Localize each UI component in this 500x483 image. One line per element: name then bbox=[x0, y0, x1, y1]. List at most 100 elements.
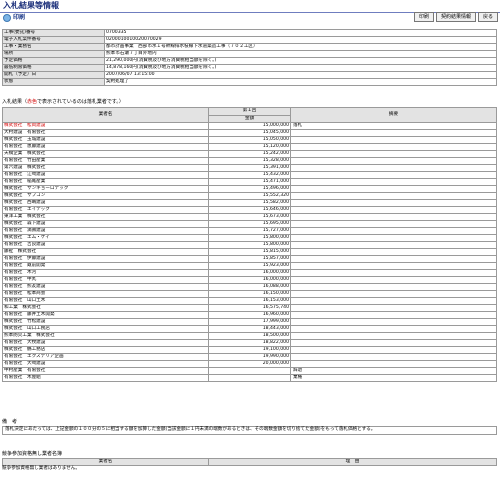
bidder-name: 株式会社 山口工務店 bbox=[2, 325, 209, 333]
bid-amount: 16,150,000 bbox=[208, 290, 291, 298]
bid-note: 落札 bbox=[290, 122, 497, 130]
bid-row: 有限会社 中丸 16,000,000 bbox=[2, 276, 497, 284]
info-label: 開札（予定）日 bbox=[2, 71, 105, 79]
bid-note bbox=[290, 143, 497, 151]
bid-row: 有限会社 稲尾産業 15,471,000 bbox=[2, 178, 497, 186]
print-icon[interactable] bbox=[3, 14, 11, 22]
bidder-name: 株式会社 鶴工務店 bbox=[2, 346, 209, 354]
bid-row: 大村建設 有限会社 15,045,000 bbox=[2, 129, 497, 137]
bid-note bbox=[290, 290, 497, 298]
note-header: 摘要 bbox=[290, 107, 497, 123]
bid-row: 有限会社 蔵前開発 15,923,000 bbox=[2, 262, 497, 270]
bidder-name: 有限会社 大崎建設 bbox=[2, 360, 209, 368]
bid-note bbox=[290, 234, 497, 242]
bid-amount: 15,582,000 bbox=[208, 199, 291, 207]
bid-row: 株式会社 エム・ケイ 15,800,000 bbox=[2, 234, 497, 242]
bidder-name: 株式会社 竹松建設 bbox=[2, 318, 209, 326]
bid-amount bbox=[208, 367, 291, 375]
bidder-name-header: 業者名 bbox=[2, 107, 209, 123]
bid-amount: 15,815,000 bbox=[208, 248, 291, 256]
bidder-name: 有限会社 藤井土木開発 bbox=[2, 311, 209, 319]
bidder-name: 第六建設 株式会社 bbox=[2, 164, 209, 172]
info-row: 電子入札案件番号 0200010010020070029 bbox=[2, 36, 497, 44]
bidder-name: 有限会社 木屋組 bbox=[2, 374, 209, 382]
bid-amount: 16,000,000 bbox=[208, 269, 291, 277]
bidder-name: 有限会社 江崎建設 bbox=[2, 171, 209, 179]
toolbar: 印刷 契約結果情報 戻る bbox=[413, 12, 498, 22]
back-button[interactable]: 戻る bbox=[477, 12, 498, 22]
bid-amount bbox=[208, 374, 291, 382]
bid-row: 株式会社 鶴工務店 19,100,000 bbox=[2, 346, 497, 354]
bid-note bbox=[290, 178, 497, 186]
bid-note bbox=[290, 192, 497, 200]
bid-amount: 15,045,000 bbox=[208, 129, 291, 137]
bid-note bbox=[290, 353, 497, 361]
bidder-name: 株式会社 西嶋建設 bbox=[2, 199, 209, 207]
bid-row: 株式会社 西嶋建設 15,582,000 bbox=[2, 199, 497, 207]
participation-name-header: 業者名 bbox=[2, 458, 209, 466]
bidder-name: 株式会社 サブコン bbox=[2, 192, 209, 200]
bid-amount: 15,673,000 bbox=[208, 213, 291, 221]
bid-note bbox=[290, 304, 497, 312]
info-value: 2007/06/07 13:15:00 bbox=[104, 71, 497, 79]
bidder-name: 熊本防災工業 株式会社 bbox=[2, 332, 209, 340]
bid-note bbox=[290, 276, 497, 284]
info-row: 最低制限価格 14,878,160円(消費税及び地方消費税相当額を除く。) bbox=[2, 64, 497, 72]
bid-row: 有限会社 江崎建設 15,432,000 bbox=[2, 171, 497, 179]
bidder-name: 有限会社 蔵前開発 bbox=[2, 262, 209, 270]
info-label: 最低制限価格 bbox=[2, 64, 105, 72]
bidder-name: 株式会社 松岡建設 bbox=[2, 122, 209, 130]
bid-note bbox=[290, 185, 497, 193]
bid-row: 中村産業 有限会社 辞退 bbox=[2, 367, 497, 375]
bid-note bbox=[290, 164, 497, 172]
contract-result-button[interactable]: 契約結果情報 bbox=[435, 12, 476, 22]
bidder-name: 有限会社 恵藤建設 bbox=[2, 143, 209, 151]
info-value: 契約処理了 bbox=[104, 78, 497, 86]
bid-row: 熊本防災工業 株式会社 18,500,000 bbox=[2, 332, 497, 340]
bid-amount: 16,960,000 bbox=[208, 311, 291, 319]
info-label: 予定価格 bbox=[2, 57, 105, 65]
bidder-name: 有限会社 松本商会 bbox=[2, 290, 209, 298]
info-label: 状態 bbox=[2, 78, 105, 86]
bidder-name: 天橋企業 株式会社 bbox=[2, 150, 209, 158]
bid-amount: 15,471,000 bbox=[208, 178, 291, 186]
bid-row: 株式会社 玉城建設 15,050,000 bbox=[2, 136, 497, 144]
bidder-name: 有限会社 山口土木 bbox=[2, 297, 209, 305]
print-link[interactable]: 印刷 bbox=[13, 15, 25, 21]
bid-note bbox=[290, 318, 497, 326]
info-value: 14,878,160円(消費税及び地方消費税相当額を除く。) bbox=[104, 64, 497, 72]
print-button[interactable]: 印刷 bbox=[413, 12, 434, 22]
bid-note bbox=[290, 136, 497, 144]
bid-note bbox=[290, 206, 497, 214]
bid-note bbox=[290, 325, 497, 333]
bid-amount: 15,496,000 bbox=[208, 185, 291, 193]
bid-row: 株式会社 竹松建設 17,999,000 bbox=[2, 318, 497, 326]
bid-row: 有限会社 藤井土木開発 16,960,000 bbox=[2, 311, 497, 319]
participation-table: 業者名 理 由 bbox=[2, 458, 497, 466]
bid-row: 有限会社 エクステリア企画 19,990,000 bbox=[2, 353, 497, 361]
bidder-name: 有限会社 吉良建設 bbox=[2, 241, 209, 249]
bid-amount: 15,000,000 bbox=[208, 122, 291, 130]
bid-amount: 15,120,000 bbox=[208, 143, 291, 151]
bid-amount: 20,000,000 bbox=[208, 360, 291, 368]
bid-amount: 18,443,000 bbox=[208, 325, 291, 333]
info-value: 21,290,000円(消費税及び地方消費税相当額を除く。) bbox=[104, 57, 497, 65]
bid-row: 有限会社 伊藤建設 15,857,000 bbox=[2, 255, 497, 263]
bidder-name: 東洋工業 株式会社 bbox=[2, 213, 209, 221]
info-label: 工事(委託)番号 bbox=[2, 29, 105, 37]
bidder-name: 株式会社 森下建設 bbox=[2, 220, 209, 228]
caption-red-word: 赤色 bbox=[27, 99, 38, 105]
bid-row: 株式会社 森下建設 15,695,000 bbox=[2, 220, 497, 228]
bid-note bbox=[290, 255, 497, 263]
bid-note bbox=[290, 262, 497, 270]
bidder-name: 有限会社 エイテック bbox=[2, 206, 209, 214]
bid-amount: 16,575,740 bbox=[208, 304, 291, 312]
bid-row: 有限会社 大崎建設 20,000,000 bbox=[2, 360, 497, 368]
bid-row: 株式会社 松岡建設 15,000,000 落札 bbox=[2, 122, 497, 130]
bid-amount: 15,050,000 bbox=[208, 136, 291, 144]
participation-title: 競争参加資格無し業者名簿 bbox=[2, 451, 63, 457]
bidder-name: 藤祉 株式会社 bbox=[2, 248, 209, 256]
bid-amount: 18,822,000 bbox=[208, 339, 291, 347]
bid-note bbox=[290, 248, 497, 256]
caption-prefix: 入札結果（ bbox=[2, 99, 28, 105]
